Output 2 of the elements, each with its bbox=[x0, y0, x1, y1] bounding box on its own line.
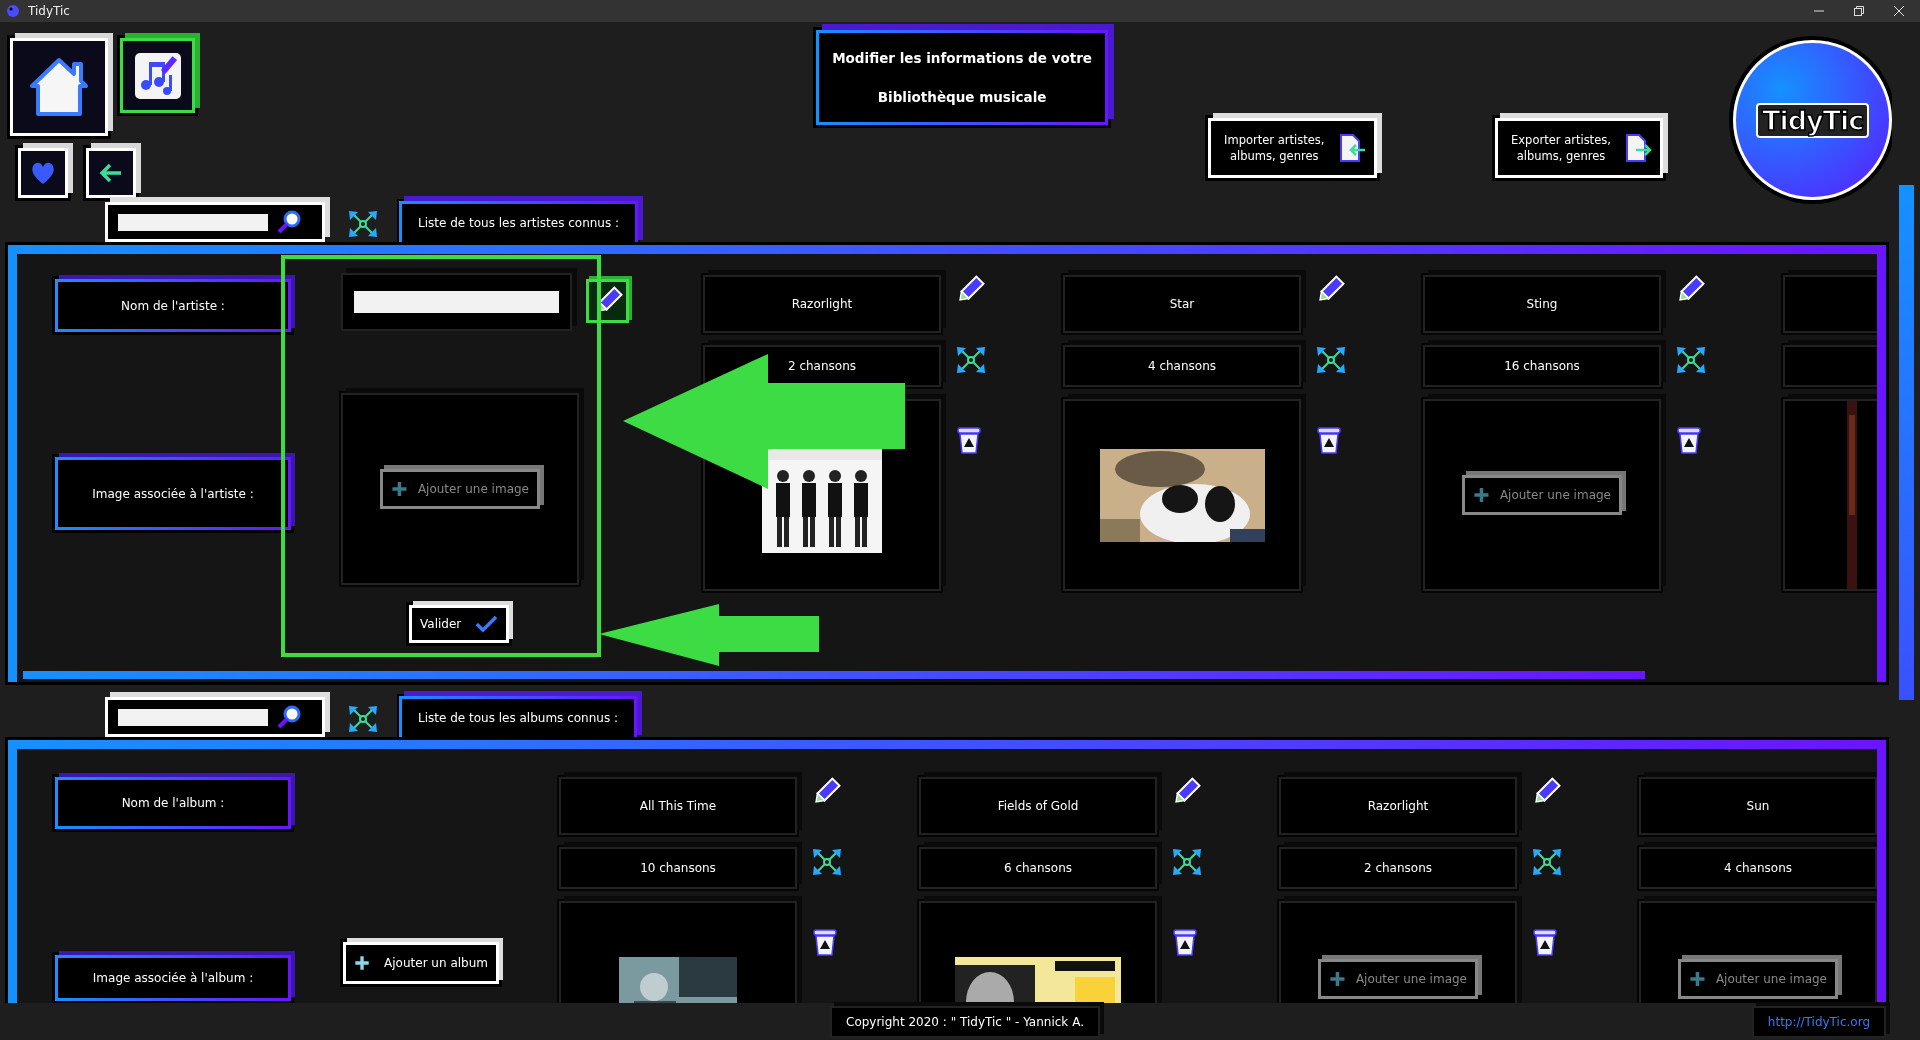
window-title: TidyTic bbox=[28, 4, 70, 18]
website-link[interactable]: http://TidyTic.org bbox=[1767, 1014, 1870, 1029]
